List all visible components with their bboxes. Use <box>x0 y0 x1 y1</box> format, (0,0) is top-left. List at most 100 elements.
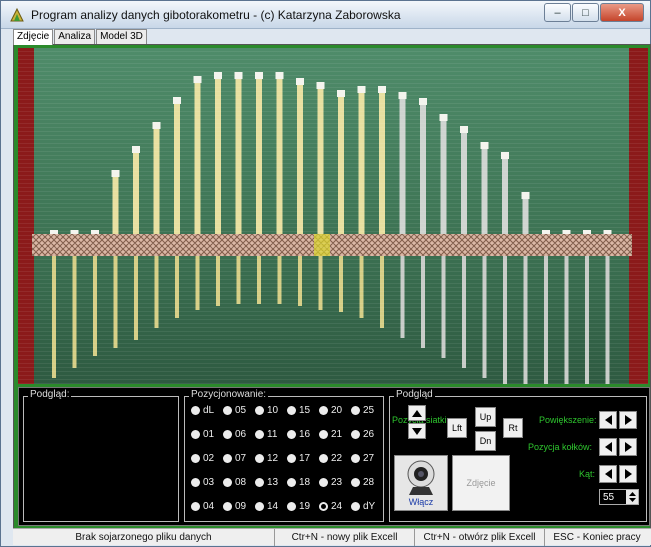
close-button[interactable]: X <box>600 3 644 22</box>
radio-button-icon[interactable] <box>191 454 200 463</box>
triangle-right-icon <box>624 442 632 452</box>
radio-button-icon[interactable] <box>319 502 328 511</box>
radio-button-icon[interactable] <box>351 406 360 415</box>
position-radio-14[interactable]: 14 <box>255 501 278 512</box>
triangle-right-icon <box>624 415 632 425</box>
angle-right-button[interactable] <box>619 465 637 483</box>
control-panel: Podgląd: Pozycjonowanie: dL 01 02 03 04 05 06 0… <box>18 387 650 526</box>
down-arrow-button[interactable] <box>408 423 426 439</box>
radio-button-icon[interactable] <box>191 502 200 511</box>
tab-model-3d[interactable]: Model 3D <box>96 29 147 44</box>
zoom-right-button[interactable] <box>619 411 637 429</box>
title-bar: Program analizy danych gibotorakometru -… <box>1 1 650 29</box>
radio-button-icon[interactable] <box>255 430 264 439</box>
position-radio-dl[interactable]: dL <box>191 405 214 416</box>
position-radio-16[interactable]: 16 <box>287 429 310 440</box>
triangle-up-icon <box>412 409 422 417</box>
radio-button-icon[interactable] <box>255 454 264 463</box>
position-radio-01[interactable]: 01 <box>191 429 214 440</box>
pins-left-button[interactable] <box>599 438 617 456</box>
maximize-button[interactable]: □ <box>572 3 599 22</box>
radio-button-icon[interactable] <box>223 478 232 487</box>
radio-button-icon[interactable] <box>351 478 360 487</box>
minimize-button[interactable]: – <box>544 3 571 22</box>
new-file-hint: Ctr+N - nowy plik Excell <box>275 529 415 546</box>
position-radio-08[interactable]: 08 <box>223 477 246 488</box>
pins-right-button[interactable] <box>619 438 637 456</box>
position-radio-22[interactable]: 22 <box>319 453 342 464</box>
position-radio-05[interactable]: 05 <box>223 405 246 416</box>
position-radio-dy[interactable]: dY <box>351 501 375 512</box>
position-radio-21[interactable]: 21 <box>319 429 342 440</box>
radio-button-icon[interactable] <box>287 406 296 415</box>
position-radio-19[interactable]: 19 <box>287 501 310 512</box>
position-radio-10[interactable]: 10 <box>255 405 278 416</box>
radio-button-icon[interactable] <box>351 430 360 439</box>
position-radio-07[interactable]: 07 <box>223 453 246 464</box>
tab-analiza[interactable]: Analiza <box>54 29 96 44</box>
up-arrow-button[interactable] <box>408 405 426 421</box>
radio-button-icon[interactable] <box>351 502 360 511</box>
right-button[interactable]: Rt <box>503 418 523 438</box>
position-radio-18[interactable]: 18 <box>287 477 310 488</box>
position-radio-13[interactable]: 13 <box>255 477 278 488</box>
open-file-hint: Ctr+N - otwórz plik Excell <box>415 529 545 546</box>
webcam-enable-button[interactable]: Włącz <box>394 455 448 511</box>
position-radio-06[interactable]: 06 <box>223 429 246 440</box>
radio-button-icon[interactable] <box>255 502 264 511</box>
camera-image[interactable] <box>18 48 648 384</box>
radio-label: 08 <box>235 477 247 488</box>
radio-button-icon[interactable] <box>319 454 328 463</box>
radio-button-icon[interactable] <box>319 430 328 439</box>
radio-button-icon[interactable] <box>223 430 232 439</box>
radio-button-icon[interactable] <box>319 478 328 487</box>
radio-button-icon[interactable] <box>351 454 360 463</box>
zoom-left-button[interactable] <box>599 411 617 429</box>
triangle-left-icon <box>604 415 612 425</box>
radio-button-icon[interactable] <box>287 454 296 463</box>
position-radio-28[interactable]: 28 <box>351 477 374 488</box>
angle-value: 55 <box>603 491 615 503</box>
position-radio-04[interactable]: 04 <box>191 501 214 512</box>
triangle-right-icon <box>624 469 632 479</box>
position-radio-17[interactable]: 17 <box>287 453 310 464</box>
radio-button-icon[interactable] <box>287 502 296 511</box>
position-radio-23[interactable]: 23 <box>319 477 342 488</box>
spin-arrows-icon[interactable] <box>626 490 638 504</box>
position-radio-24[interactable]: 24 <box>319 501 342 512</box>
radio-button-icon[interactable] <box>287 478 296 487</box>
radio-button-icon[interactable] <box>255 478 264 487</box>
position-radio-25[interactable]: 25 <box>351 405 374 416</box>
radio-button-icon[interactable] <box>255 406 264 415</box>
angle-left-button[interactable] <box>599 465 617 483</box>
position-radio-09[interactable]: 09 <box>223 501 246 512</box>
radio-button-icon[interactable] <box>223 406 232 415</box>
radio-label: 05 <box>235 405 247 416</box>
radio-button-icon[interactable] <box>223 454 232 463</box>
tab-content: Podgląd: Pozycjonowanie: dL 01 02 03 04 05 06 0… <box>13 44 651 529</box>
position-radio-03[interactable]: 03 <box>191 477 214 488</box>
left-button[interactable]: Lft <box>447 418 467 438</box>
position-radio-02[interactable]: 02 <box>191 453 214 464</box>
radio-button-icon[interactable] <box>191 478 200 487</box>
tab-zdjecie[interactable]: Zdjęcie <box>13 29 54 45</box>
radio-button-icon[interactable] <box>191 430 200 439</box>
position-radio-26[interactable]: 26 <box>351 429 374 440</box>
radio-button-icon[interactable] <box>319 406 328 415</box>
radio-button-icon[interactable] <box>287 430 296 439</box>
angle-spinbox[interactable]: 55 <box>599 489 639 505</box>
preview-group: Podgląd: <box>23 389 179 522</box>
position-radio-20[interactable]: 20 <box>319 405 342 416</box>
position-radio-15[interactable]: 15 <box>287 405 310 416</box>
tab-strip: Zdjęcie Analiza Model 3D <box>13 29 148 45</box>
radio-label: 20 <box>331 405 343 416</box>
take-photo-button[interactable]: Zdjęcie <box>452 455 510 511</box>
up-button[interactable]: Up <box>475 407 496 427</box>
position-radio-27[interactable]: 27 <box>351 453 374 464</box>
radio-button-icon[interactable] <box>191 406 200 415</box>
camera-group-title: Podgląd <box>394 389 435 400</box>
position-radio-11[interactable]: 11 <box>255 429 277 440</box>
position-radio-12[interactable]: 12 <box>255 453 278 464</box>
radio-button-icon[interactable] <box>223 502 232 511</box>
down-button[interactable]: Dn <box>475 431 496 451</box>
